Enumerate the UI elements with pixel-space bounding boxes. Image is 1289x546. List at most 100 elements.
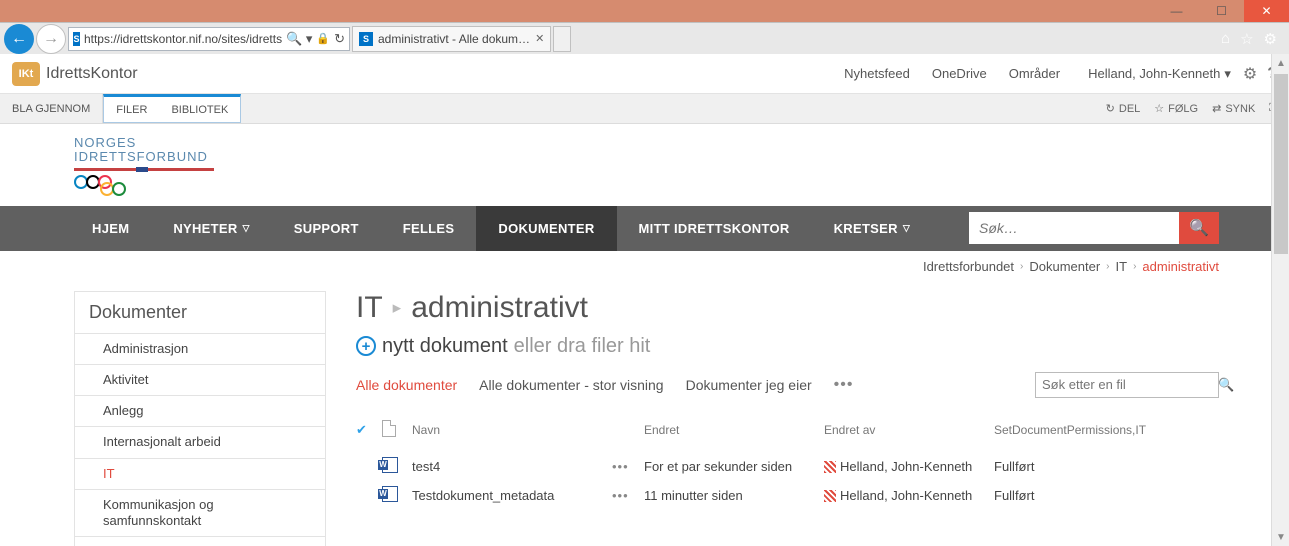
file-search-input[interactable]	[1042, 377, 1218, 392]
nav-felles[interactable]: FELLES	[381, 206, 477, 251]
browser-chrome: ← → S https://idrettskontor.nif.no/sites…	[0, 22, 1289, 54]
org-logo-strip: NORGES IDRETTSFORBUND	[0, 124, 1289, 206]
org-bar-icon	[74, 168, 214, 171]
nav-mitt-idrettskontor[interactable]: MITT IDRETTSKONTOR	[617, 206, 812, 251]
col-name[interactable]: Navn	[412, 423, 612, 437]
cell-modified-by[interactable]: Helland, John-Kenneth	[824, 459, 994, 474]
breadcrumb-item[interactable]: IT	[1116, 259, 1128, 274]
ribbon-tab-files[interactable]: FILER	[104, 104, 159, 116]
left-nav-item[interactable]: Aktivitet	[75, 364, 325, 395]
ribbon-tab-library[interactable]: BIBLIOTEK	[159, 104, 240, 116]
ribbon-browse-tab[interactable]: BLA GJENNOM	[0, 94, 103, 123]
view-selector: Alle dokumenter Alle dokumenter - stor v…	[356, 372, 1219, 398]
main-panel: IT ▸ administrativt + nytt dokument elle…	[356, 291, 1289, 546]
nav-kretser[interactable]: KRETSER▽	[812, 206, 932, 251]
suite-link-newsfeed[interactable]: Nyhetsfeed	[844, 66, 910, 81]
ribbon: BLA GJENNOM FILER BIBLIOTEK ↻DEL ☆FØLG ⇄…	[0, 94, 1289, 124]
left-nav-item[interactable]: Administrasjon	[75, 333, 325, 364]
view-large[interactable]: Alle dokumenter - stor visning	[479, 377, 663, 393]
content-area: Dokumenter Administrasjon Aktivitet Anle…	[0, 279, 1289, 546]
cell-name[interactable]: Testdokument_metadata	[412, 488, 612, 503]
search-glyph-icon: 🔍 ▾	[286, 31, 312, 47]
cell-modified-by[interactable]: Helland, John-Kenneth	[824, 488, 994, 503]
search-input[interactable]	[969, 212, 1179, 244]
more-views-icon[interactable]: •••	[834, 376, 854, 394]
left-nav-item[interactable]: Anlegg	[75, 395, 325, 426]
lock-icon: 🔒	[316, 32, 330, 45]
share-action[interactable]: ↻DEL	[1106, 102, 1141, 115]
scroll-thumb[interactable]	[1274, 74, 1288, 254]
cell-permissions: Fullført	[994, 459, 1219, 474]
sync-icon: ⇄	[1212, 102, 1221, 115]
browser-tab[interactable]: S administrativt - Alle dokum… ✕	[352, 26, 551, 52]
nav-support[interactable]: SUPPORT	[272, 206, 381, 251]
col-type-icon[interactable]	[382, 420, 412, 440]
maximize-button[interactable]	[1199, 0, 1244, 22]
table-row[interactable]: Testdokument_metadata ••• 11 minutter si…	[356, 481, 1219, 510]
select-all-icon[interactable]: ✔	[356, 422, 382, 438]
chevron-down-icon: ▽	[243, 223, 250, 234]
vertical-scrollbar[interactable]: ▲ ▼	[1271, 54, 1289, 546]
new-document-link[interactable]: nytt dokument	[382, 335, 508, 358]
new-badge-icon	[824, 490, 836, 502]
back-button[interactable]: ←	[4, 24, 34, 54]
follow-action[interactable]: ☆FØLG	[1154, 102, 1198, 115]
col-modified[interactable]: Endret	[644, 423, 824, 437]
gear-icon[interactable]: ⚙	[1243, 64, 1257, 84]
left-nav-item-it[interactable]: IT	[75, 458, 325, 489]
tools-icon[interactable]: ⚙	[1264, 30, 1277, 48]
forward-button[interactable]: →	[36, 24, 66, 54]
cell-name[interactable]: test4	[412, 459, 612, 474]
page-title: IT ▸ administrativt	[356, 291, 1219, 325]
nav-nyheter[interactable]: NYHETER▽	[151, 206, 271, 251]
chevron-right-icon: ▸	[393, 298, 402, 318]
minimize-button[interactable]	[1154, 0, 1199, 22]
tab-close-icon[interactable]: ✕	[535, 32, 544, 45]
close-button[interactable]	[1244, 0, 1289, 22]
suite-link-sites[interactable]: Områder	[1009, 66, 1060, 81]
view-all[interactable]: Alle dokumenter	[356, 377, 457, 393]
search-icon: 🔍	[1189, 218, 1209, 238]
view-mine[interactable]: Dokumenter jeg eier	[686, 377, 812, 393]
sharepoint-icon: S	[359, 32, 373, 46]
left-nav-item[interactable]: Kommunikasjon og samfunnskontakt	[75, 489, 325, 537]
sync-action[interactable]: ⇄SYNK	[1212, 102, 1255, 115]
tab-title: administrativt - Alle dokum…	[378, 32, 530, 46]
scroll-down-icon[interactable]: ▼	[1272, 528, 1289, 546]
new-tab-button[interactable]	[553, 26, 571, 52]
scroll-up-icon[interactable]: ▲	[1272, 54, 1289, 72]
suite-link-onedrive[interactable]: OneDrive	[932, 66, 987, 81]
breadcrumb-item[interactable]: Idrettsforbundet	[923, 259, 1014, 274]
org-logo[interactable]: NORGES IDRETTSFORBUND	[74, 136, 1289, 196]
user-menu[interactable]: Helland, John-Kenneth ▾	[1088, 66, 1231, 82]
refresh-icon[interactable]: ↻	[334, 31, 345, 47]
row-menu-icon[interactable]: •••	[612, 488, 644, 503]
new-document-row: + nytt dokument eller dra filer hit	[356, 335, 1219, 358]
nav-hjem[interactable]: HJEM	[70, 206, 151, 251]
sharepoint-icon: S	[73, 32, 80, 46]
plus-circle-icon[interactable]: +	[356, 336, 376, 356]
left-nav: Dokumenter Administrasjon Aktivitet Anle…	[74, 291, 326, 546]
left-nav-item[interactable]: Kompetanse	[75, 536, 325, 546]
left-nav-item[interactable]: Internasjonalt arbeid	[75, 426, 325, 457]
site-brand[interactable]: IKt IdrettsKontor	[12, 62, 138, 86]
browser-toolbar-right: ⌂ ☆ ⚙	[1221, 30, 1285, 48]
nav-dokumenter[interactable]: DOKUMENTER	[476, 206, 616, 251]
col-permissions[interactable]: SetDocumentPermissions,IT	[994, 423, 1219, 437]
title-parent[interactable]: IT	[356, 291, 383, 325]
olympic-rings-icon	[74, 175, 1289, 196]
breadcrumb-item[interactable]: Dokumenter	[1029, 259, 1100, 274]
table-header: ✔ Navn Endret Endret av SetDocumentPermi…	[356, 420, 1219, 440]
col-modified-by[interactable]: Endret av	[824, 423, 994, 437]
address-bar[interactable]: S https://idrettskontor.nif.no/sites/idr…	[68, 27, 350, 51]
word-doc-icon	[382, 457, 412, 476]
breadcrumb-current: administrativt	[1142, 259, 1219, 274]
search-icon[interactable]: 🔍	[1218, 377, 1234, 393]
row-menu-icon[interactable]: •••	[612, 459, 644, 474]
suite-bar: IKt IdrettsKontor Nyhetsfeed OneDrive Om…	[0, 54, 1289, 94]
cell-modified: 11 minutter siden	[644, 488, 824, 503]
table-row[interactable]: test4 ••• For et par sekunder siden Hell…	[356, 452, 1219, 481]
favorites-icon[interactable]: ☆	[1240, 30, 1253, 48]
home-icon[interactable]: ⌂	[1221, 30, 1230, 48]
search-button[interactable]: 🔍	[1179, 212, 1219, 244]
